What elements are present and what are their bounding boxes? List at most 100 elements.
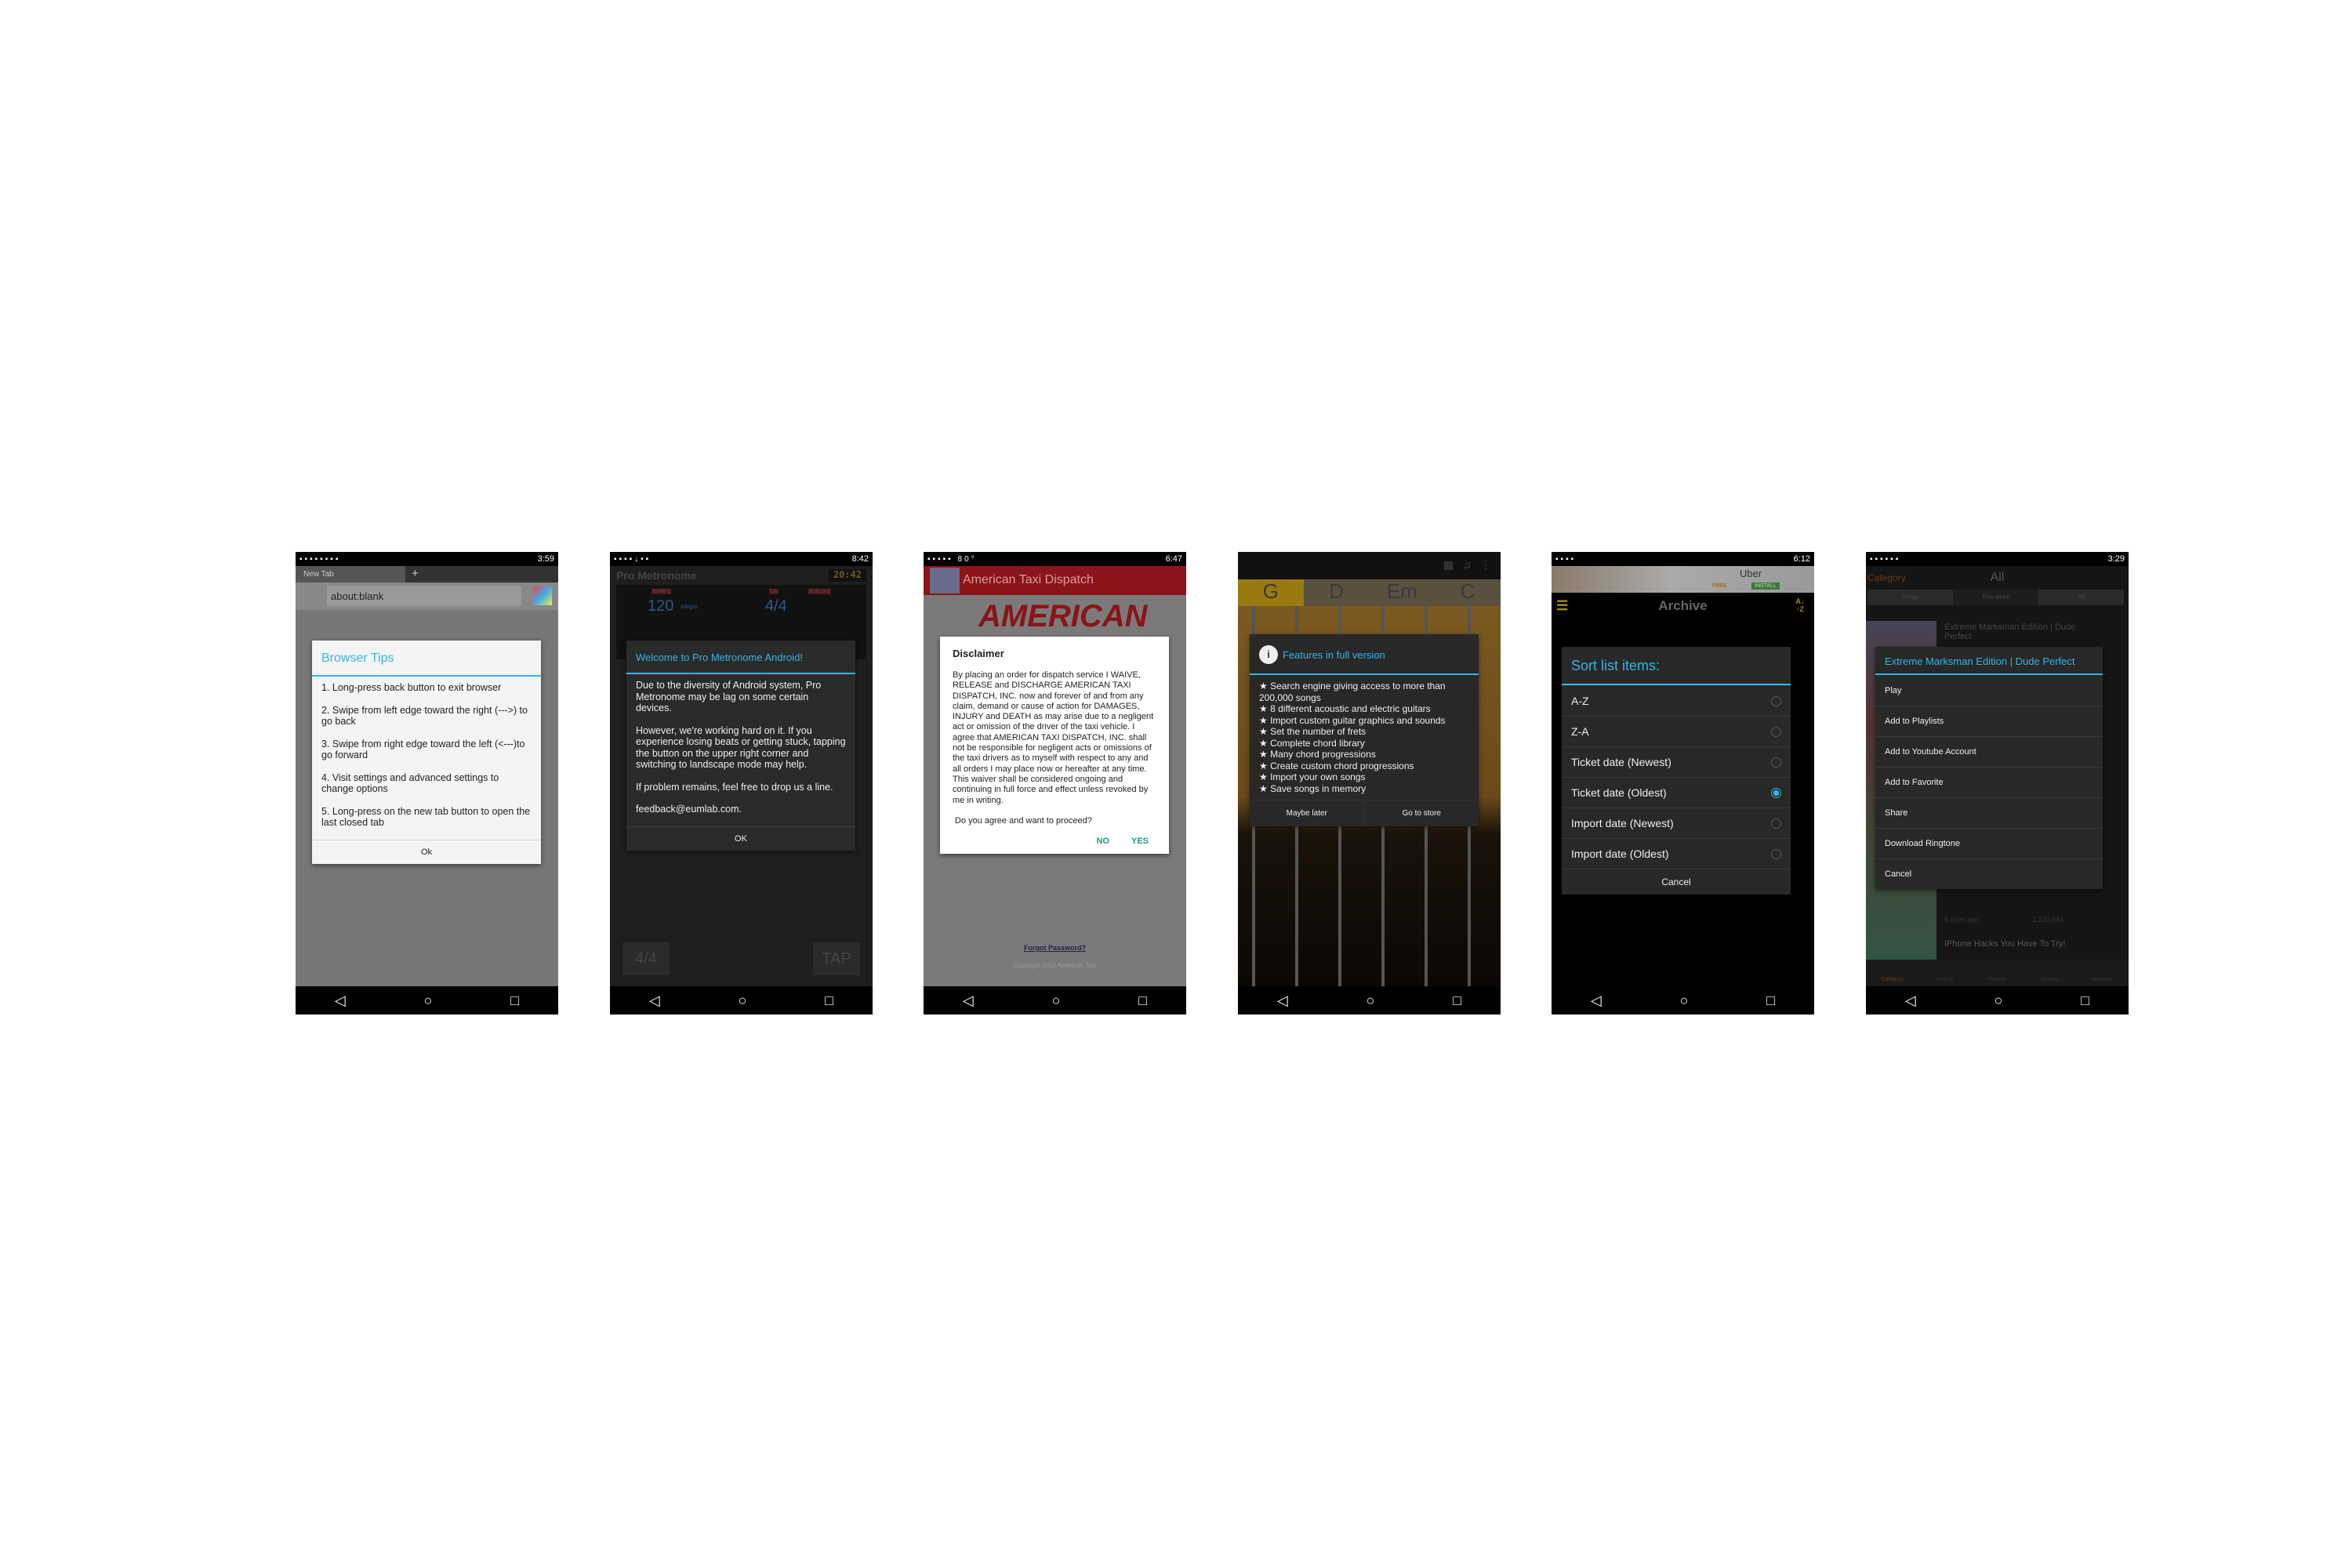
forgot-password-link[interactable]: Forgot Password? (924, 944, 1186, 952)
ad-banner[interactable]: Uber FREE INSTALL (1552, 566, 1814, 593)
tap-button[interactable]: TAP (813, 942, 860, 975)
tip: 4. Visit settings and advanced settings … (321, 771, 499, 795)
grid-icon[interactable]: ▦ (1443, 558, 1454, 571)
nav-bar: ◁ ○ □ (1552, 986, 1814, 1014)
clock-display: 20:42 (828, 569, 866, 582)
ad-free: FREE (1712, 583, 1727, 589)
home-icon[interactable]: ○ (1680, 993, 1689, 1009)
menu-item[interactable]: Download Ringtone (1875, 828, 2103, 858)
feature-item: ★ Set the number of frets (1259, 726, 1367, 737)
toolbar: ▦ ♫ ⋮ (1238, 552, 1501, 579)
home-icon[interactable]: ○ (739, 993, 747, 1009)
radio-button[interactable] (1771, 787, 1781, 798)
header: Category All (1866, 566, 2129, 590)
tab-this-week[interactable]: This week (1953, 590, 2038, 605)
sort-option[interactable]: Ticket date (Newest) (1562, 746, 1791, 777)
tempo-name: Allegro (681, 604, 698, 610)
bottom-nav-category[interactable]: Category (1866, 977, 1918, 986)
menu-item[interactable]: Cancel (1875, 858, 2103, 889)
home-icon[interactable]: ○ (424, 993, 433, 1009)
disclaimer-dialog: Disclaimer By placing an order for dispa… (940, 637, 1169, 854)
radio-button[interactable] (1771, 757, 1781, 768)
back-icon[interactable]: ◁ (1905, 993, 1916, 1009)
email-link[interactable]: feedback@eumlab.com. (636, 804, 846, 815)
yes-button[interactable]: YES (1131, 837, 1149, 846)
home-icon[interactable]: ○ (1994, 993, 2003, 1009)
chord-em[interactable]: Em (1369, 579, 1436, 606)
menu-item[interactable]: Share (1875, 797, 2103, 828)
bottom-nav-account[interactable]: Account (2076, 977, 2129, 986)
sort-option[interactable]: Import date (Newest) (1562, 808, 1791, 838)
recents-icon[interactable]: □ (1766, 993, 1775, 1009)
video-title[interactable]: Extreme Marksman Edition | Dude Perfect (1944, 622, 2093, 641)
video-title[interactable]: IPhone Hacks You Have To Try! (1944, 939, 2066, 949)
go-to-store-button[interactable]: Go to store (1365, 800, 1479, 826)
recents-icon[interactable]: □ (2081, 993, 2089, 1009)
sort-option[interactable]: A-Z (1562, 685, 1791, 716)
back-icon[interactable]: ◁ (649, 993, 660, 1009)
radio-button[interactable] (1771, 848, 1781, 859)
banner-logo: AMERICAN (978, 599, 1148, 633)
recents-icon[interactable]: □ (1138, 993, 1147, 1009)
app-logo (930, 568, 960, 593)
recents-icon[interactable]: □ (1453, 993, 1461, 1009)
time-signature-button[interactable]: 4/4 (622, 942, 670, 975)
header-title: All (1990, 571, 2005, 584)
chord-g[interactable]: G (1238, 579, 1304, 606)
hamburger-menu-icon[interactable]: ☰ (1556, 593, 1568, 619)
menu-item[interactable]: Add to Favorite (1875, 767, 2103, 797)
recents-icon[interactable]: □ (510, 993, 519, 1009)
tip: 3. Swipe from right edge toward the left… (321, 738, 525, 761)
feature-item: ★ Many chord progressions (1259, 749, 1376, 760)
recents-icon[interactable]: □ (825, 993, 833, 1009)
url-input[interactable]: about:blank (327, 586, 521, 606)
dialog-title: Welcome to Pro Metronome Android! (626, 641, 855, 674)
sort-az-icon[interactable]: A↓ ↑Z (1794, 593, 1806, 613)
more-icon[interactable]: ⋮ (1480, 558, 1491, 571)
sort-option[interactable]: Z-A (1562, 716, 1791, 746)
bottom-nav-history[interactable]: History (2024, 977, 2076, 986)
menu-item[interactable]: Play (1875, 675, 2103, 706)
menu-item[interactable]: Add to Youtube Account (1875, 736, 2103, 767)
sort-option-label: A-Z (1571, 695, 1589, 707)
back-icon[interactable]: ◁ (963, 993, 974, 1009)
bottom-nav-search[interactable]: Search (1918, 977, 1971, 986)
no-button[interactable]: NO (1096, 837, 1109, 846)
clock: 6:12 (1793, 554, 1810, 564)
tab-today[interactable]: Today (1867, 590, 1953, 605)
chord-c[interactable]: C (1435, 579, 1501, 606)
ok-button[interactable]: OK (626, 826, 855, 851)
ts-value: 4/4 (765, 597, 787, 615)
music-icon[interactable]: ♫ (1463, 558, 1472, 571)
radio-button[interactable] (1771, 818, 1781, 829)
tab-all[interactable]: All (2038, 590, 2124, 605)
menu-item[interactable]: Add to Playlists (1875, 706, 2103, 736)
home-icon[interactable]: ○ (1052, 993, 1061, 1009)
radio-button[interactable] (1771, 695, 1781, 706)
phone-browser: ▪▪▪▪▪▪▪▪ 3:59 New Tab + about:blank Brows… (296, 552, 558, 1014)
feature-item: ★ 8 different acoustic and electric guit… (1259, 703, 1431, 714)
back-icon[interactable]: ◁ (1591, 993, 1602, 1009)
radio-button[interactable] (1771, 726, 1781, 737)
menu-item-label: Cancel (1885, 869, 1912, 879)
ok-button[interactable]: Ok (312, 839, 541, 864)
cancel-button[interactable]: Cancel (1562, 869, 1791, 895)
tab-new-tab[interactable]: New Tab (296, 566, 405, 583)
ad-install-button[interactable]: INSTALL (1751, 583, 1780, 590)
back-icon[interactable]: ◁ (1277, 993, 1288, 1009)
nav-bar: ◁ ○ □ (1866, 986, 2129, 1014)
category-label[interactable]: Category (1867, 566, 1906, 590)
bottom-nav-playlist[interactable]: Playlist (1971, 977, 2024, 986)
sort-option[interactable]: Import date (Oldest) (1562, 838, 1791, 869)
new-tab-button[interactable]: + (405, 566, 425, 583)
sort-option[interactable]: Ticket date (Oldest) (1562, 777, 1791, 808)
home-icon[interactable]: ○ (1367, 993, 1375, 1009)
menu-icon[interactable] (533, 586, 552, 605)
maybe-later-button[interactable]: Maybe later (1250, 800, 1365, 826)
chord-d[interactable]: D (1303, 579, 1370, 606)
filter-tabs: Today This week All (1867, 590, 2124, 605)
dialog-title: Features in full version (1283, 648, 1385, 661)
back-icon[interactable]: ◁ (335, 993, 346, 1009)
menu-item-label: Add to Favorite (1885, 778, 1944, 787)
question: Do you agree and want to proceed? (955, 815, 1092, 826)
